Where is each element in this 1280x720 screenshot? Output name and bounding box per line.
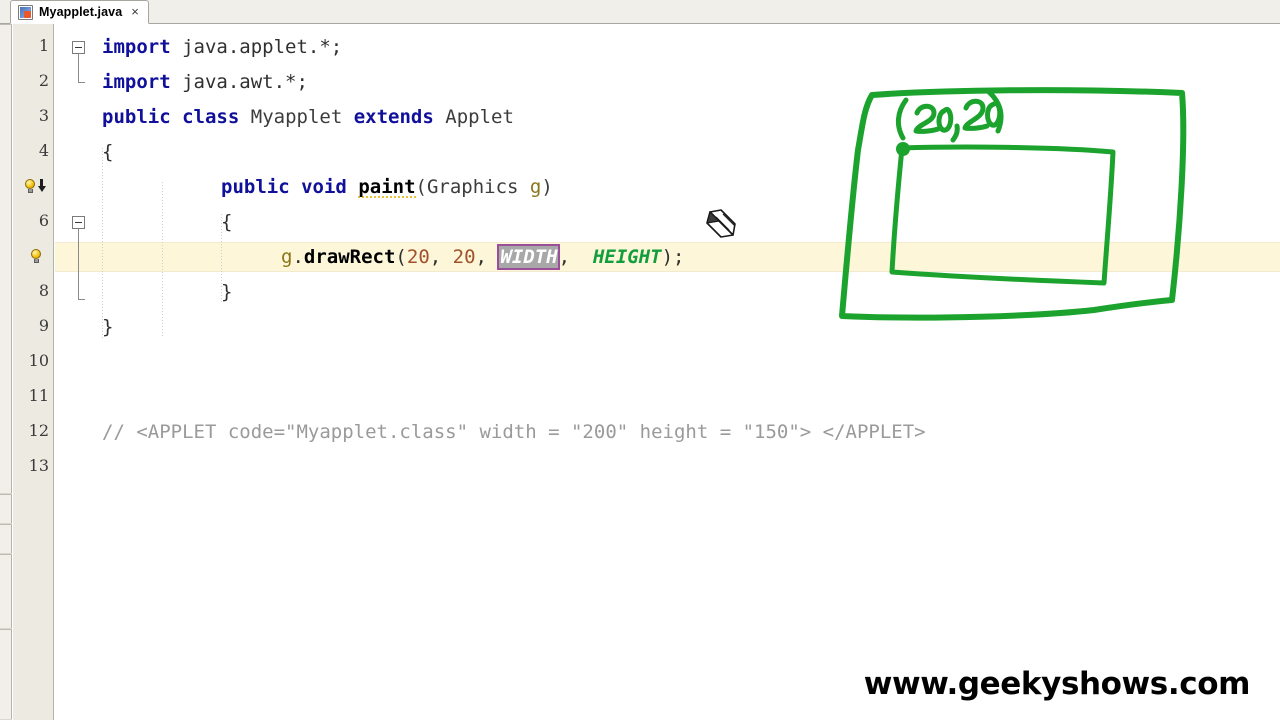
open-brace: { [221,210,233,233]
keyword-import: import [102,35,171,58]
line-number: 12 [28,421,49,440]
line-number: 8 [38,281,49,300]
edge-segment [0,554,12,629]
line-number: 1 [38,36,49,55]
gutter-line-6: 6 [13,203,54,238]
edge-segment [0,494,12,524]
method-name-paint: paint [358,175,416,198]
code-line-1[interactable]: import java.applet.*; [102,29,342,64]
code-line-12[interactable]: // <APPLET code="Myapplet.class" width =… [102,414,926,449]
lightbulb-icon[interactable] [29,249,43,263]
close-paren: ) [541,175,553,198]
gutter-line-3: 3 [13,98,54,133]
gutter-line-12: 12 [13,413,54,448]
edge-segment [0,524,12,554]
left-marker-strip[interactable] [0,24,12,720]
superclass-name: Applet [445,105,514,128]
code-line-3[interactable]: public class Myapplet extends Applet [102,99,514,134]
gutter-line-13: 13 [13,448,54,483]
field-height: HEIGHT [592,245,662,268]
keyword-import: import [102,70,171,93]
gutter-line-10: 10 [13,343,54,378]
line-number: 10 [28,351,49,370]
comma: , [558,245,593,268]
object-g: g [281,245,293,268]
code-line-7[interactable]: g. drawRect(20, 20, WIDTH, HEIGHT); [281,239,685,274]
argument-x: 20 [406,245,430,268]
fold-line [78,54,79,82]
tab-myapplet-java[interactable]: Myapplet.java × [10,0,149,24]
gutter-line-11: 11 [13,378,54,413]
code-editor[interactable]: import java.applet.*; import java.awt.*;… [55,24,1280,720]
ide-window: Myapplet.java × 1 2 3 4 6 8 9 10 11 12 1… [0,0,1280,720]
fold-toggle-line-1[interactable] [72,41,85,54]
gutter-line-5[interactable] [13,168,54,203]
dot: . [292,245,304,268]
code-text: java.applet.*; [170,35,343,58]
line-number: 4 [38,141,49,160]
class-name: Myapplet [250,105,343,128]
fold-foot [78,299,85,300]
line-number: 2 [38,71,49,90]
gutter-line-8: 8 [13,273,54,308]
argument-y: 20 [452,245,476,268]
editor-tab-bar: Myapplet.java × [0,0,1280,24]
close-icon[interactable]: × [128,5,140,20]
open-brace: { [102,140,114,163]
line-number: 9 [38,316,49,335]
method-name-drawrect: drawRect [303,245,396,268]
keyword-extends: extends [353,105,434,128]
line-number: 13 [28,456,49,475]
selected-token-width[interactable]: WIDTH [497,243,560,270]
edge-segment [0,24,12,494]
fold-line [78,229,79,299]
pencil-cursor [706,209,736,238]
site-watermark: www.geekyshows.com [863,666,1251,702]
java-file-icon [18,4,33,20]
code-line-2[interactable]: import java.awt.*; [102,64,308,99]
code-line-6[interactable]: { [221,204,232,239]
fold-toggle-line-6[interactable] [72,216,85,229]
close-brace: } [102,315,114,338]
keyword-void: void [301,175,347,198]
gutter-line-2: 2 [13,63,54,98]
comma: , [429,245,453,268]
keyword-public: public [102,105,171,128]
code-line-5[interactable]: public void paint (Graphics g) [221,169,553,204]
code-line-9[interactable]: } [102,309,113,344]
gutter-line-7[interactable] [13,238,54,273]
keyword-public: public [221,175,290,198]
code-text: java.awt.*; [170,70,308,93]
applet-html-comment: // <APPLET code="Myapplet.class" width =… [102,420,926,443]
indent-guide [162,182,163,338]
gutter-line-1: 1 [13,28,54,63]
keyword-class: class [182,105,240,128]
tab-label: Myapplet.java [39,5,123,19]
close-paren-semicolon: ); [661,245,685,268]
fold-foot [78,82,85,83]
close-brace: } [221,280,233,303]
gutter-line-4: 4 [13,133,54,168]
open-paren: ( [395,245,407,268]
line-number: 3 [38,106,49,125]
editor-gutter[interactable]: 1 2 3 4 6 8 9 10 11 12 13 [13,24,54,720]
lightbulb-quickfix-icon[interactable] [23,179,46,193]
code-line-8[interactable]: } [221,274,232,309]
line-number: 11 [28,386,49,405]
code-line-4[interactable]: { [102,134,113,169]
line-number: 6 [38,211,49,230]
gutter-line-9: 9 [13,308,54,343]
edge-segment [0,629,12,720]
method-signature: (Graphics [415,175,530,198]
parameter-g: g [529,175,542,198]
comma: , [475,245,499,268]
